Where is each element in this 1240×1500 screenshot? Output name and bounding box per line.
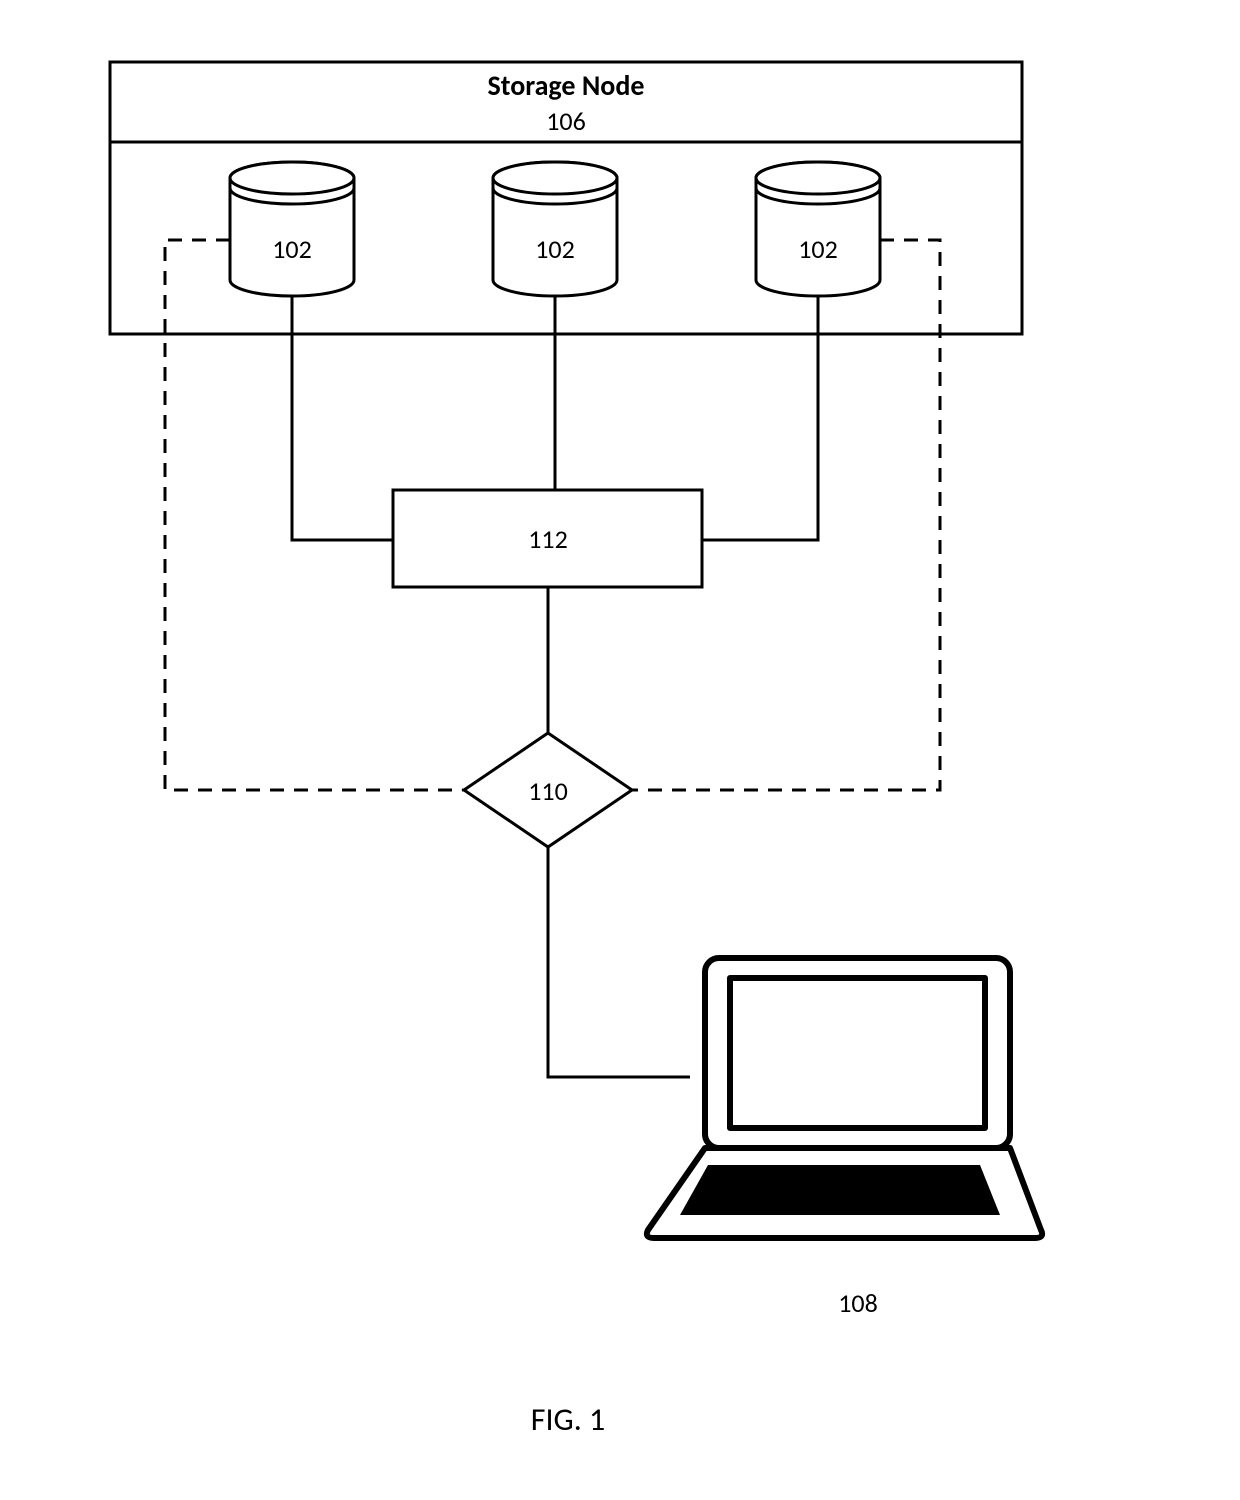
figure-label: FIG. 1 (531, 1400, 605, 1439)
laptop-id: 108 (838, 1287, 878, 1319)
disk-2: 102 (493, 162, 617, 296)
box-112-id: 112 (528, 523, 568, 555)
diamond-110: 110 (464, 733, 632, 847)
storage-node-id: 106 (546, 105, 586, 137)
disk-1-id: 102 (272, 233, 312, 265)
box-112: 112 (393, 490, 702, 587)
disk-3-id: 102 (798, 233, 838, 265)
storage-node-title: Storage Node (488, 68, 645, 103)
disk-3: 102 (756, 162, 880, 296)
disk-1: 102 (230, 162, 354, 296)
diagram-canvas: Storage Node 106 102 102 102 112 110 (0, 0, 1240, 1500)
diamond-110-id: 110 (528, 775, 568, 807)
laptop-icon (647, 958, 1042, 1238)
disk-2-id: 102 (535, 233, 575, 265)
